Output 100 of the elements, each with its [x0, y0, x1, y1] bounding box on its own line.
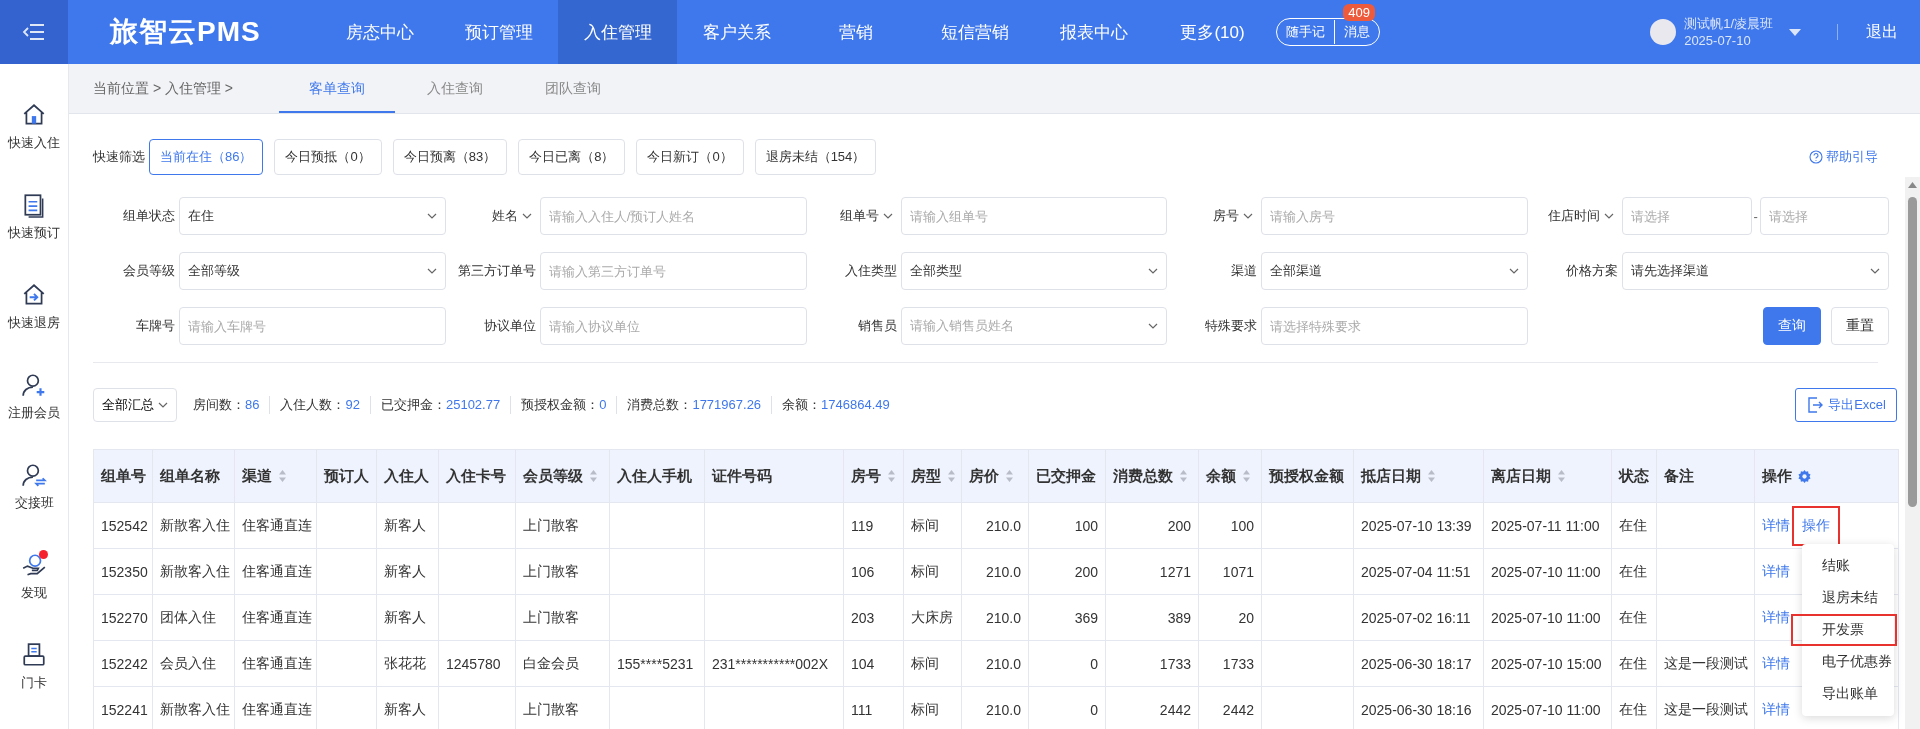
- column-header[interactable]: 渠道: [234, 449, 317, 503]
- menu-item[interactable]: 结账: [1802, 550, 1894, 582]
- notes-button[interactable]: 随手记: [1277, 20, 1334, 44]
- sort-icon[interactable]: [589, 469, 598, 483]
- input-field[interactable]: 请输入入住人/预订人姓名: [539, 197, 807, 235]
- nav-tab[interactable]: 营销: [796, 0, 915, 64]
- table-cell: 200: [1167, 517, 1191, 534]
- tab[interactable]: 客单查询: [279, 77, 396, 113]
- sort-icon[interactable]: [1179, 469, 1188, 483]
- input-field[interactable]: 请输入第三方订单号: [539, 252, 807, 290]
- filter-chip[interactable]: 今日新订（0）: [636, 139, 744, 175]
- table-cell: 203: [851, 609, 875, 626]
- export-icon: [1806, 396, 1825, 414]
- help-link[interactable]: 帮助引导: [1809, 148, 1878, 166]
- filter-chip[interactable]: 退房未结（154）: [754, 139, 877, 175]
- column-header[interactable]: 房型: [903, 449, 962, 503]
- filter-chip[interactable]: 今日已离（8）: [518, 139, 626, 175]
- sidebar-item[interactable]: 快速退房: [2, 282, 66, 352]
- menu-item[interactable]: 退房未结: [1802, 582, 1894, 614]
- table-cell: 100: [1074, 517, 1098, 534]
- column-header[interactable]: 房号: [843, 449, 904, 503]
- input-field[interactable]: 请选择特殊要求: [1261, 307, 1529, 345]
- column-title: 证件号码: [712, 466, 772, 486]
- sidebar-item[interactable]: 快速预订: [2, 192, 66, 262]
- messages-button[interactable]: 消息: [1335, 20, 1379, 44]
- date-field[interactable]: 请选择: [1622, 197, 1752, 235]
- menu-collapse-button[interactable]: [0, 0, 68, 64]
- input-field[interactable]: 请输入协议单位: [539, 307, 807, 345]
- column-title: 入住卡号: [446, 466, 506, 486]
- reset-button[interactable]: 重置: [1831, 307, 1889, 345]
- table-cell: 210.0: [985, 563, 1021, 580]
- column-header[interactable]: 余额: [1198, 449, 1262, 503]
- filter-chip[interactable]: 今日预离（83）: [392, 139, 508, 175]
- sort-icon[interactable]: [947, 469, 956, 483]
- avatar[interactable]: [1650, 19, 1677, 45]
- column-header[interactable]: 抵店日期: [1353, 449, 1484, 503]
- scrollbar[interactable]: [1905, 177, 1920, 729]
- menu-item[interactable]: 电子优惠券: [1802, 646, 1894, 678]
- row-action-link[interactable]: 详情: [1762, 654, 1790, 673]
- nav-tab[interactable]: 报表中心: [1034, 0, 1153, 64]
- nav-tab[interactable]: 房态中心: [320, 0, 439, 64]
- table-cell: 2442: [1159, 701, 1191, 718]
- sort-icon[interactable]: [1005, 469, 1014, 483]
- table-cell: 新客人: [384, 700, 426, 717]
- column-header[interactable]: 会员等级: [515, 449, 610, 503]
- nav-tab[interactable]: 更多(10): [1153, 0, 1272, 64]
- nav-tab[interactable]: 客户关系: [677, 0, 796, 64]
- sort-icon[interactable]: [1242, 469, 1251, 483]
- sidebar-item[interactable]: 交接班: [2, 462, 66, 532]
- row-action-link[interactable]: 详情: [1762, 608, 1790, 627]
- table-cell: 张花花: [384, 654, 426, 671]
- column-title: 组单号: [101, 466, 146, 486]
- summary-stat: 房间数：86: [193, 396, 261, 414]
- select-field[interactable]: 请先选择渠道: [1622, 252, 1889, 290]
- sidebar-item[interactable]: 门卡: [2, 642, 66, 712]
- column-title: 预订人: [324, 466, 369, 486]
- filter-chip[interactable]: 当前在住（86）: [149, 139, 264, 175]
- row-action-link[interactable]: 详情: [1762, 700, 1790, 719]
- menu-item[interactable]: 导出账单: [1802, 678, 1894, 710]
- summary-select[interactable]: 全部汇总: [93, 388, 177, 422]
- nav-tab[interactable]: 入住管理: [558, 0, 677, 64]
- date-field[interactable]: 请选择: [1759, 197, 1889, 235]
- logout-button[interactable]: 退出: [1860, 20, 1904, 44]
- row-action-link[interactable]: 详情: [1762, 516, 1790, 535]
- column-header[interactable]: 离店日期: [1483, 449, 1612, 503]
- select-field[interactable]: 在住: [179, 197, 446, 235]
- input-field[interactable]: 请输入组单号: [900, 197, 1168, 235]
- search-button[interactable]: 查询: [1763, 307, 1821, 345]
- field-label: 销售员: [857, 317, 897, 335]
- settings-icon[interactable]: [1798, 469, 1811, 483]
- nav-tab[interactable]: 短信营销: [915, 0, 1034, 64]
- column-header[interactable]: 房价: [961, 449, 1029, 503]
- row-action-link[interactable]: 详情: [1762, 562, 1790, 581]
- scrollbar-thumb[interactable]: [1908, 197, 1917, 507]
- sort-icon[interactable]: [887, 469, 896, 483]
- chevron-down-icon: [158, 402, 168, 408]
- caret-icon[interactable]: [1789, 28, 1801, 36]
- menu-item[interactable]: 开发票: [1791, 614, 1897, 646]
- table-cell: 152270: [101, 609, 148, 626]
- scroll-up-icon[interactable]: [1908, 182, 1917, 188]
- input-field[interactable]: 请输入房号: [1261, 197, 1529, 235]
- column-header[interactable]: 消费总数: [1105, 449, 1199, 503]
- sidebar-item[interactable]: 注册会员: [2, 372, 66, 442]
- select-field[interactable]: 全部等级: [179, 252, 446, 290]
- sidebar-item[interactable]: 快速入住: [2, 102, 66, 172]
- table-cell: 152350: [101, 563, 148, 580]
- sidebar-item[interactable]: 发现: [2, 552, 66, 622]
- chevron-down-icon: [1509, 268, 1520, 274]
- export-button[interactable]: 导出Excel: [1795, 388, 1897, 422]
- nav-tab[interactable]: 预订管理: [439, 0, 558, 64]
- filter-chip[interactable]: 今日预抵（0）: [274, 139, 382, 175]
- sort-icon[interactable]: [1427, 469, 1436, 483]
- table-cell: 1071: [1222, 563, 1254, 580]
- sort-icon[interactable]: [1557, 469, 1566, 483]
- select-field[interactable]: 全部渠道: [1261, 252, 1529, 290]
- table-cell: 369: [1074, 609, 1098, 626]
- sort-icon[interactable]: [278, 469, 287, 483]
- field-label: 入住类型: [844, 262, 897, 280]
- select-field[interactable]: 全部类型: [900, 252, 1168, 290]
- input-field[interactable]: 请输入车牌号: [179, 307, 446, 345]
